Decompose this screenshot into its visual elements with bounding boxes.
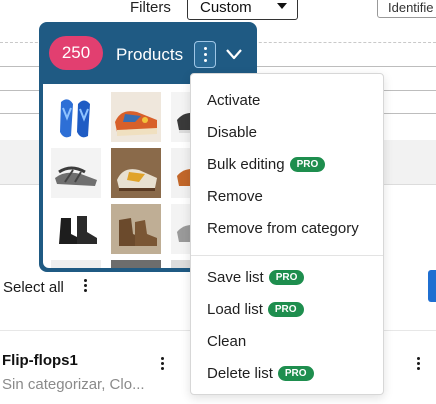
product-card-title[interactable]: Flip-flops1 xyxy=(2,352,78,369)
pro-badge: PRO xyxy=(267,302,304,317)
chevron-down-icon xyxy=(277,3,287,9)
sandals-thumbnail[interactable] xyxy=(51,148,101,198)
pro-badge: PRO xyxy=(268,270,305,285)
identifier-input-text: Identifie xyxy=(388,0,434,15)
menu-item-label: Save list xyxy=(207,269,264,286)
more-options-icon[interactable] xyxy=(84,279,88,294)
menu-item-label: Remove from category xyxy=(207,220,359,237)
shoe-thumbnail[interactable] xyxy=(51,260,101,268)
menu-item-remove[interactable]: Remove xyxy=(207,188,263,205)
card-more-options-icon[interactable] xyxy=(417,357,421,372)
filter-select[interactable]: Custom xyxy=(187,0,298,20)
menu-item-clean[interactable]: Clean xyxy=(207,333,246,350)
menu-item-label: Bulk editing xyxy=(207,156,285,173)
sneakers-thumbnail[interactable] xyxy=(111,148,161,198)
menu-item-label: Clean xyxy=(207,333,247,350)
menu-item-label: Disable xyxy=(207,124,258,141)
menu-divider xyxy=(191,255,383,256)
product-count-badge: 250 xyxy=(49,36,103,70)
filter-toolbar: Filters Custom Identifie xyxy=(0,0,436,22)
card-more-options-icon[interactable] xyxy=(161,357,165,372)
chevron-down-icon[interactable] xyxy=(225,48,243,60)
menu-item-remove-from-category[interactable]: Remove from category xyxy=(207,220,359,237)
sneakers-thumbnail[interactable] xyxy=(111,92,161,142)
menu-item-activate[interactable]: Activate xyxy=(207,92,260,109)
select-all-label[interactable]: Select all xyxy=(3,279,64,296)
menu-item-save-list[interactable]: Save list PRO xyxy=(207,269,305,286)
menu-item-label: Delete list xyxy=(207,365,273,382)
menu-item-bulk-editing[interactable]: Bulk editing PRO xyxy=(207,156,326,173)
menu-item-label: Remove xyxy=(207,188,263,205)
menu-item-label: Load list xyxy=(207,301,263,318)
primary-button[interactable] xyxy=(428,270,436,302)
panel-title: Products xyxy=(116,45,184,64)
flip-flops-thumbnail[interactable] xyxy=(51,92,101,142)
pro-badge: PRO xyxy=(289,157,326,172)
shoe-thumbnail[interactable] xyxy=(111,260,161,268)
identifier-input[interactable]: Identifie xyxy=(377,0,436,18)
filter-select-value: Custom xyxy=(200,0,252,16)
boots-thumbnail[interactable] xyxy=(51,204,101,254)
menu-item-disable[interactable]: Disable xyxy=(207,124,257,141)
product-card-categories: Sin categorizar, Clo... xyxy=(2,376,145,393)
menu-item-label: Activate xyxy=(207,92,261,109)
panel-actions-menu: Activate Disable Bulk editing PRO Remove… xyxy=(190,73,384,395)
menu-item-load-list[interactable]: Load list PRO xyxy=(207,301,304,318)
boots-thumbnail[interactable] xyxy=(111,204,161,254)
filters-label: Filters xyxy=(130,0,171,16)
pro-badge: PRO xyxy=(277,366,314,381)
menu-item-delete-list[interactable]: Delete list PRO xyxy=(207,365,314,382)
panel-menu-button[interactable] xyxy=(194,41,216,68)
